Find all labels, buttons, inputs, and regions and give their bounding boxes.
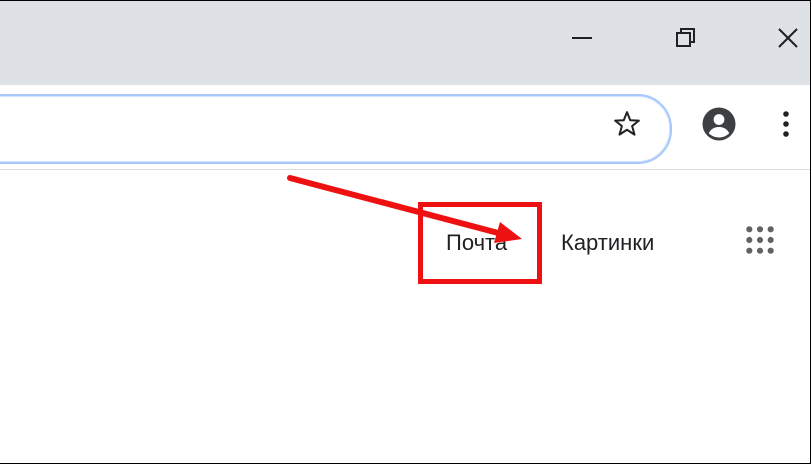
close-button[interactable] xyxy=(765,15,810,61)
browser-toolbar xyxy=(0,85,810,170)
profile-button[interactable] xyxy=(697,104,741,148)
images-link[interactable]: Картинки xyxy=(561,230,654,256)
browser-window: Почта Картинки xyxy=(0,0,811,464)
minimize-button[interactable] xyxy=(559,15,605,61)
restore-icon xyxy=(674,26,698,50)
vertical-dots-icon xyxy=(781,108,791,145)
browser-menu-button[interactable] xyxy=(770,104,802,148)
restore-button[interactable] xyxy=(663,15,709,61)
minimize-icon xyxy=(570,26,594,50)
bookmark-button[interactable] xyxy=(605,104,649,148)
title-bar xyxy=(0,1,810,85)
address-bar[interactable] xyxy=(0,94,672,164)
close-icon xyxy=(776,26,800,50)
grid-dots-icon xyxy=(744,224,776,261)
page-content: Почта Картинки xyxy=(0,170,810,463)
apps-button[interactable] xyxy=(740,222,780,262)
account-circle-icon xyxy=(701,106,737,147)
mail-link[interactable]: Почта xyxy=(446,230,507,256)
star-icon xyxy=(612,109,642,144)
